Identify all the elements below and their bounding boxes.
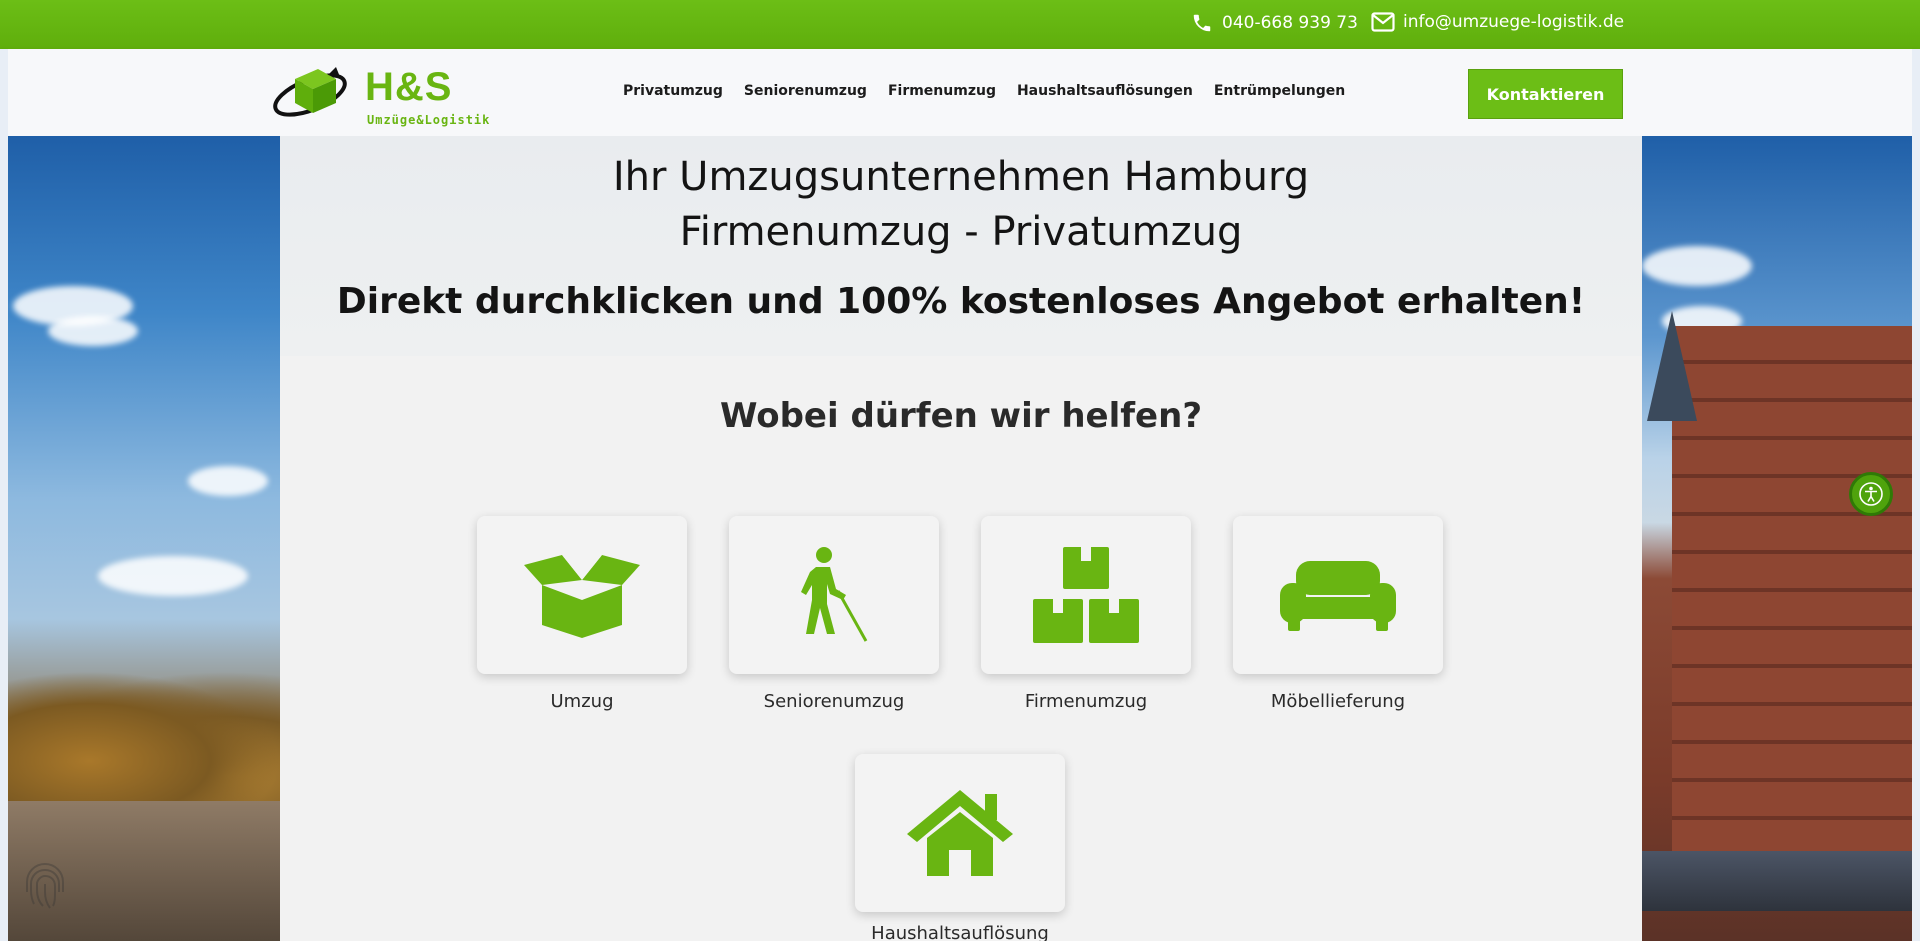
- accessibility-icon: [1859, 482, 1883, 506]
- service-tile-firmenumzug[interactable]: [981, 516, 1191, 674]
- couch-icon: [1280, 561, 1396, 631]
- service-tile-haushaltsaufloesung[interactable]: [855, 754, 1065, 912]
- phone-icon: [1193, 14, 1211, 32]
- speicherstadt-building-image: [1642, 136, 1912, 941]
- main-nav: Privatumzug Seniorenumzug Firmenumzug Ha…: [623, 83, 1366, 99]
- nav-seniorenumzug[interactable]: Seniorenumzug: [744, 83, 867, 99]
- house-icon: [907, 790, 1013, 876]
- service-tile-moebellieferung[interactable]: [1233, 516, 1443, 674]
- envelope-icon: [1371, 12, 1395, 32]
- person-with-cane-icon: [801, 547, 868, 642]
- service-label-moebellieferung[interactable]: Möbellieferung: [1208, 691, 1468, 712]
- logo-mark-icon: [273, 67, 347, 117]
- main-content: Ihr Umzugsunternehmen Hamburg Firmenumzu…: [280, 136, 1642, 941]
- right-edge: [1912, 49, 1920, 941]
- nav-entruempelungen[interactable]: Entrümpelungen: [1214, 83, 1345, 99]
- site-header: H&S Umzüge&Logistik Privatumzug Senioren…: [0, 49, 1920, 136]
- logo-brand: H&S: [365, 65, 453, 109]
- service-label-seniorenumzug[interactable]: Seniorenumzug: [704, 691, 964, 712]
- logo-tagline: Umzüge&Logistik: [367, 113, 491, 127]
- hero-title-line1: Ihr Umzugsunternehmen Hamburg: [612, 154, 1310, 200]
- service-selector-title: Wobei dürfen wir helfen?: [719, 396, 1203, 436]
- nav-haushaltsaufloesungen[interactable]: Haushaltsauflösungen: [1017, 83, 1193, 99]
- email-link[interactable]: info@umzuege-logistik.de: [1371, 12, 1624, 32]
- service-label-umzug[interactable]: Umzug: [452, 691, 712, 712]
- left-edge: [0, 49, 8, 941]
- stacked-boxes-icon: [1033, 547, 1139, 643]
- contact-button[interactable]: Kontaktieren: [1468, 69, 1623, 119]
- top-contact-bar: 040-668 939 73 info@umzuege-logistik.de: [0, 0, 1920, 49]
- service-label-haushaltsaufloesung[interactable]: Haushaltsauflösung: [830, 923, 1090, 941]
- service-selector: Wobei dürfen wir helfen? Umzug Seniorenu…: [290, 356, 1632, 941]
- phone-link[interactable]: 040-668 939 73: [1190, 12, 1358, 34]
- hamburg-harbor-image: [8, 136, 280, 941]
- hero-subtitle: Direkt durchklicken und 100% kostenloses…: [336, 281, 1586, 322]
- phone-number[interactable]: 040-668 939 73: [1222, 13, 1358, 33]
- service-tile-seniorenumzug[interactable]: [729, 516, 939, 674]
- email-address[interactable]: info@umzuege-logistik.de: [1403, 12, 1624, 32]
- nav-privatumzug[interactable]: Privatumzug: [623, 83, 723, 99]
- hero-title-line2: Firmenumzug - Privatumzug: [679, 209, 1243, 255]
- fingerprint-icon[interactable]: [22, 860, 68, 914]
- accessibility-button[interactable]: [1849, 472, 1893, 516]
- hero-title: Ihr Umzugsunternehmen Hamburg Firmenumzu…: [280, 150, 1642, 260]
- nav-firmenumzug[interactable]: Firmenumzug: [888, 83, 996, 99]
- service-label-firmenumzug[interactable]: Firmenumzug: [956, 691, 1216, 712]
- logo[interactable]: H&S Umzüge&Logistik: [270, 59, 505, 129]
- service-tile-umzug[interactable]: [477, 516, 687, 674]
- box-open-icon: [524, 555, 640, 638]
